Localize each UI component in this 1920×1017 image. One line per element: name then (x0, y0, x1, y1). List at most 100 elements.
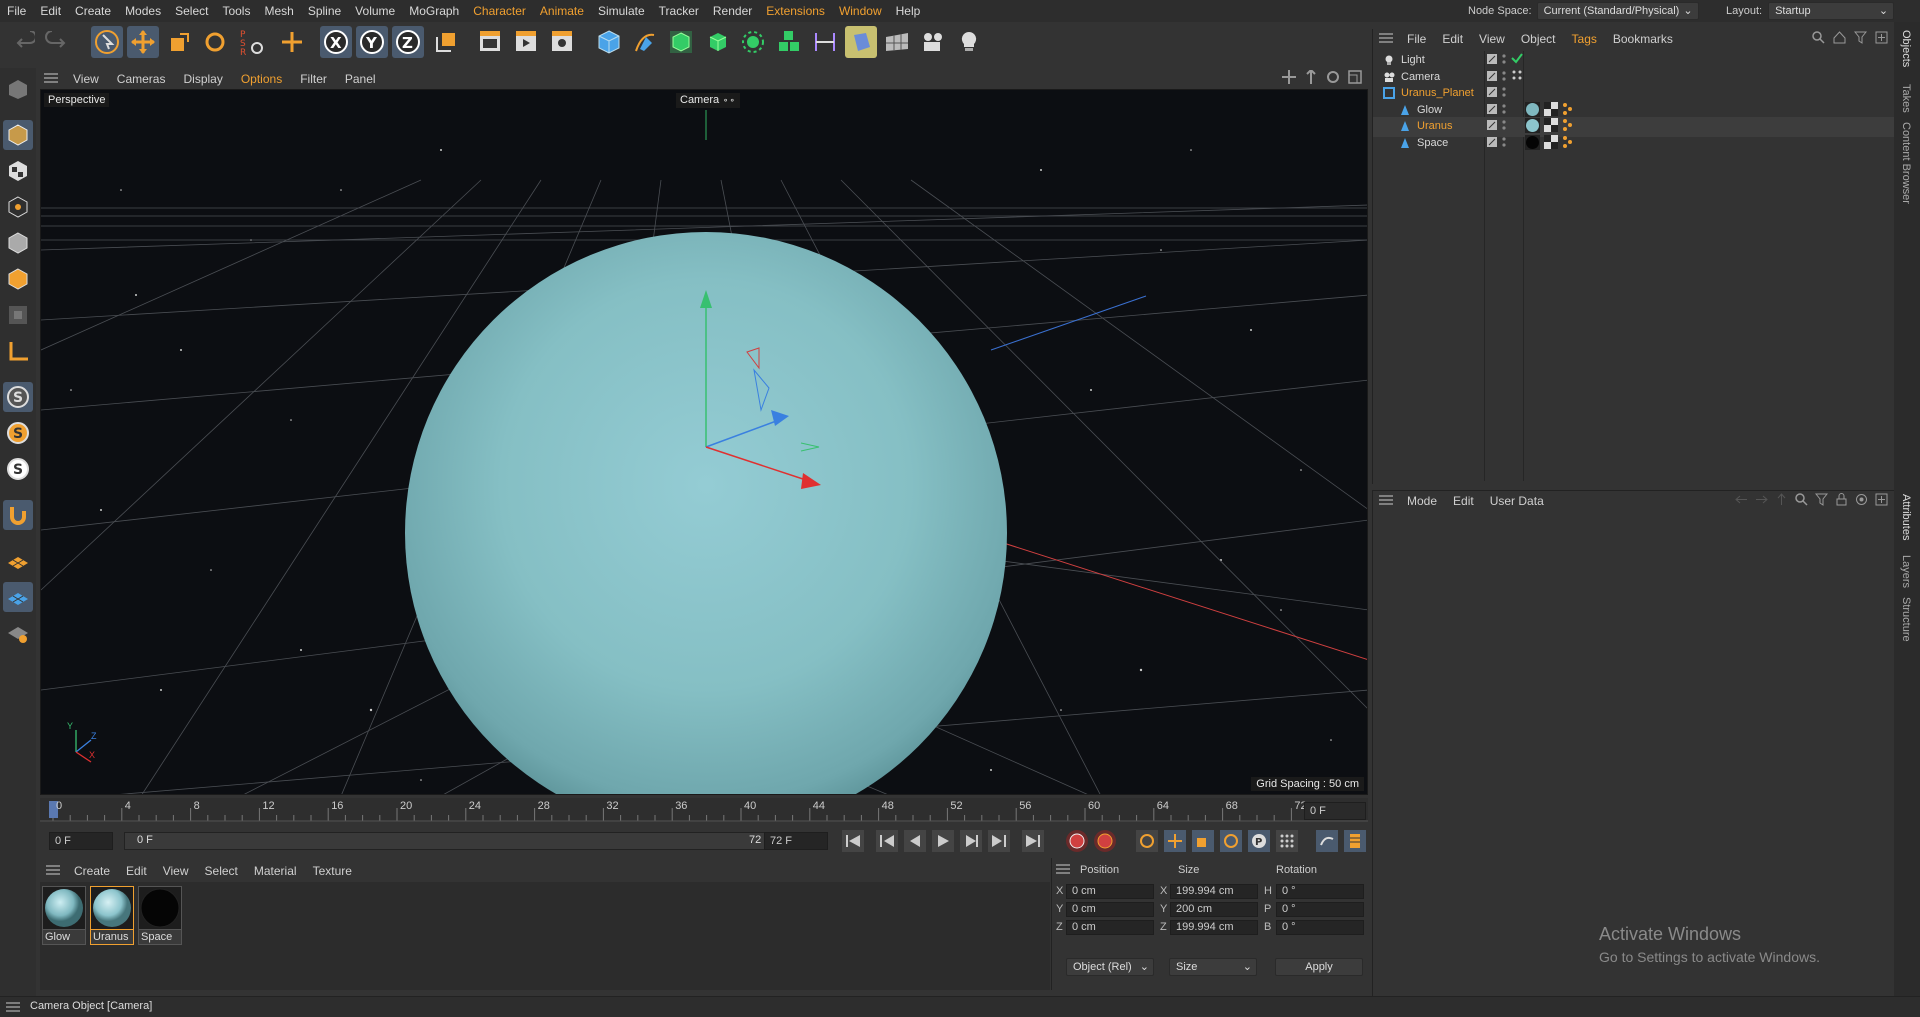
editor-visibility-icon[interactable] (1487, 87, 1497, 100)
current-frame-field[interactable]: 0 F (1304, 802, 1366, 820)
hamburger-icon[interactable] (46, 864, 60, 878)
viewport-menu-display[interactable]: Display (174, 72, 231, 86)
attribute-menu-edit[interactable]: Edit (1445, 494, 1482, 508)
viewport-menu-view[interactable]: View (64, 72, 108, 86)
extrude-generator-icon[interactable] (701, 26, 733, 58)
go-to-start-icon[interactable] (842, 830, 864, 852)
coordinate-system-icon[interactable] (430, 26, 462, 58)
size-y-field[interactable]: 200 cm (1170, 902, 1258, 917)
scheme-icon[interactable] (1316, 830, 1338, 852)
align-workplane-icon[interactable] (3, 582, 33, 612)
texture-tag-icon[interactable] (1544, 118, 1558, 135)
menu-mesh[interactable]: Mesh (257, 0, 300, 22)
tab-objects[interactable]: Objects (1900, 30, 1912, 67)
render-view-icon[interactable] (474, 26, 506, 58)
scale-tool-icon[interactable] (164, 26, 196, 58)
object-menu-view[interactable]: View (1471, 32, 1513, 46)
check-icon[interactable] (1511, 52, 1523, 67)
material-swatch-uranus[interactable]: Uranus (90, 886, 134, 945)
render-visibility-dots[interactable] (1501, 86, 1507, 101)
tweak-mode-icon[interactable] (3, 500, 33, 530)
make-editable-icon[interactable] (3, 74, 33, 104)
edge-mode-icon[interactable] (3, 228, 33, 258)
material-menu-edit[interactable]: Edit (118, 864, 155, 878)
model-mode-icon[interactable] (3, 120, 33, 150)
menu-volume[interactable]: Volume (348, 0, 402, 22)
editor-visibility-icon[interactable] (1487, 120, 1497, 133)
position-x-field[interactable]: 0 cm (1066, 884, 1154, 899)
parameter-key-icon[interactable]: P (1248, 830, 1270, 852)
menu-help[interactable]: Help (889, 0, 928, 22)
search-icon[interactable] (1812, 31, 1825, 47)
workplane-snap-icon[interactable]: S (3, 454, 33, 484)
menu-extensions[interactable]: Extensions (759, 0, 832, 22)
rotation-key-icon[interactable] (1220, 830, 1242, 852)
menu-tracker[interactable]: Tracker (652, 0, 706, 22)
tag-dots-icon[interactable] (1562, 118, 1572, 135)
editor-visibility-icon[interactable] (1487, 103, 1497, 117)
axis-mode-icon[interactable] (3, 336, 33, 366)
move-tool-icon[interactable] (127, 26, 159, 58)
object-menu-object[interactable]: Object (1513, 32, 1564, 46)
render-visibility-dots[interactable] (1501, 136, 1507, 151)
up-arrow-icon[interactable] (1775, 492, 1788, 509)
locked-workplane-icon[interactable] (3, 618, 33, 648)
menu-file[interactable]: File (0, 0, 33, 22)
material-menu-select[interactable]: Select (197, 864, 246, 878)
camera-tag-icon[interactable] (1511, 69, 1523, 84)
timeline-window-icon[interactable] (1344, 830, 1366, 852)
live-selection-icon[interactable] (91, 26, 123, 58)
snap-icon[interactable]: S (3, 382, 33, 412)
perspective-viewport[interactable]: Perspective Camera ⚬⚬ Y Z X Grid Spacing… (40, 89, 1368, 795)
texture-tag-icon[interactable] (1544, 134, 1558, 152)
node-space-dropdown[interactable]: Current (Standard/Physical) ⌄ (1536, 2, 1699, 20)
pen-spline-icon[interactable] (629, 26, 661, 58)
editor-visibility-icon[interactable] (1487, 136, 1497, 150)
new-panel-icon[interactable] (1875, 31, 1888, 47)
render-to-picture-viewer-icon[interactable] (510, 26, 542, 58)
add-object-icon[interactable] (276, 26, 308, 58)
menu-select[interactable]: Select (168, 0, 215, 22)
go-to-end-icon[interactable] (1022, 830, 1044, 852)
render-settings-icon[interactable] (546, 26, 578, 58)
position-y-field[interactable]: 0 cm (1066, 902, 1154, 917)
tag-dots-icon[interactable] (1562, 135, 1572, 152)
next-frame-icon[interactable] (960, 830, 982, 852)
timeline-ruler[interactable]: 0 4 8 12 16 20 24 28 32 36 40 44 48 52 56 60 64 68 72 0 F (40, 798, 1368, 822)
target-icon[interactable] (1855, 493, 1868, 509)
point-mode-icon[interactable] (3, 192, 33, 222)
editor-visibility-icon[interactable] (1487, 70, 1497, 84)
menu-animate[interactable]: Animate (533, 0, 591, 22)
material-menu-view[interactable]: View (155, 864, 197, 878)
search-icon[interactable] (1795, 492, 1808, 509)
sky-object-icon[interactable] (881, 26, 913, 58)
render-visibility-dots[interactable] (1501, 70, 1507, 85)
keyframe-selection-icon[interactable] (1136, 830, 1158, 852)
attribute-menu-user-data[interactable]: User Data (1482, 494, 1552, 508)
menu-mograph[interactable]: MoGraph (402, 0, 466, 22)
x-axis-lock-icon[interactable]: X (320, 26, 352, 58)
pan-view-icon[interactable] (1282, 70, 1296, 87)
camera-object-icon[interactable] (917, 26, 949, 58)
environment-floor-icon[interactable] (845, 26, 877, 58)
undo-icon[interactable] (8, 26, 40, 58)
filter-icon[interactable] (1814, 493, 1829, 509)
viewport-menu-cameras[interactable]: Cameras (108, 72, 175, 86)
back-arrow-icon[interactable] (1735, 493, 1748, 509)
z-axis-lock-icon[interactable]: Z (392, 26, 424, 58)
object-row-space[interactable]: Space (1373, 134, 1895, 154)
frame-range-slider[interactable]: 0 F 72 F (124, 832, 784, 850)
hamburger-icon[interactable] (1379, 494, 1393, 508)
texture-tag-icon[interactable] (1544, 101, 1558, 119)
coordinate-mode-dropdown[interactable]: Object (Rel) ⌄ (1066, 958, 1154, 976)
end-frame-field[interactable]: 72 F (764, 832, 828, 850)
scale-key-icon[interactable] (1192, 830, 1214, 852)
hamburger-icon[interactable] (6, 1001, 20, 1015)
tab-structure[interactable]: Structure (1900, 597, 1912, 642)
y-axis-lock-icon[interactable]: Y (356, 26, 388, 58)
play-icon[interactable] (932, 830, 954, 852)
object-menu-bookmarks[interactable]: Bookmarks (1605, 32, 1681, 46)
hamburger-icon[interactable] (44, 72, 58, 86)
next-key-icon[interactable] (988, 830, 1010, 852)
previous-frame-icon[interactable] (904, 830, 926, 852)
